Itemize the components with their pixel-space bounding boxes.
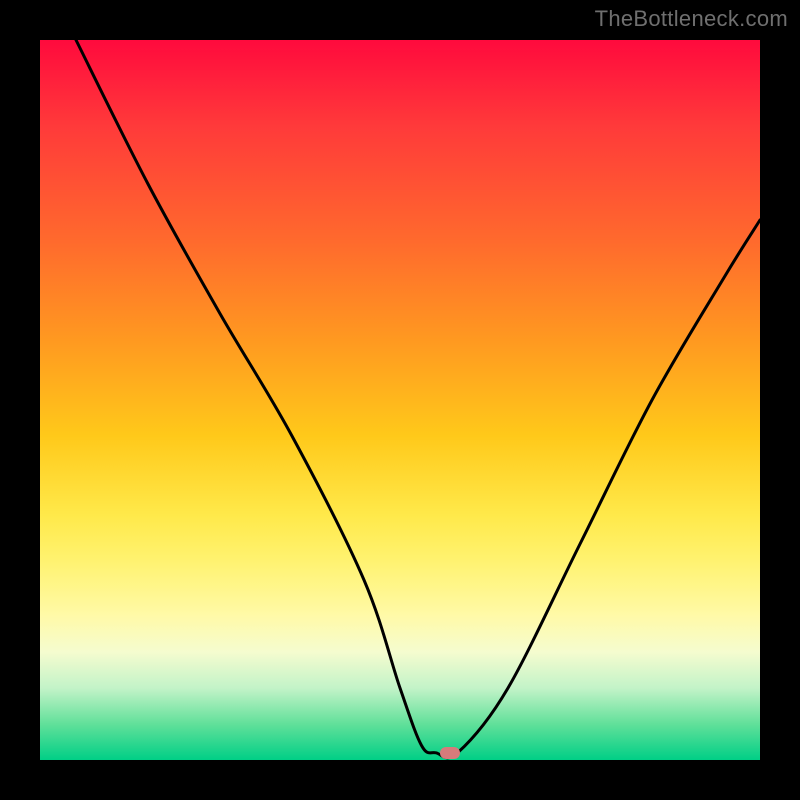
bottleneck-curve [40, 40, 760, 760]
watermark-text: TheBottleneck.com [595, 6, 788, 32]
optimal-point-marker [440, 747, 460, 759]
chart-stage: TheBottleneck.com [0, 0, 800, 800]
plot-area [40, 40, 760, 760]
